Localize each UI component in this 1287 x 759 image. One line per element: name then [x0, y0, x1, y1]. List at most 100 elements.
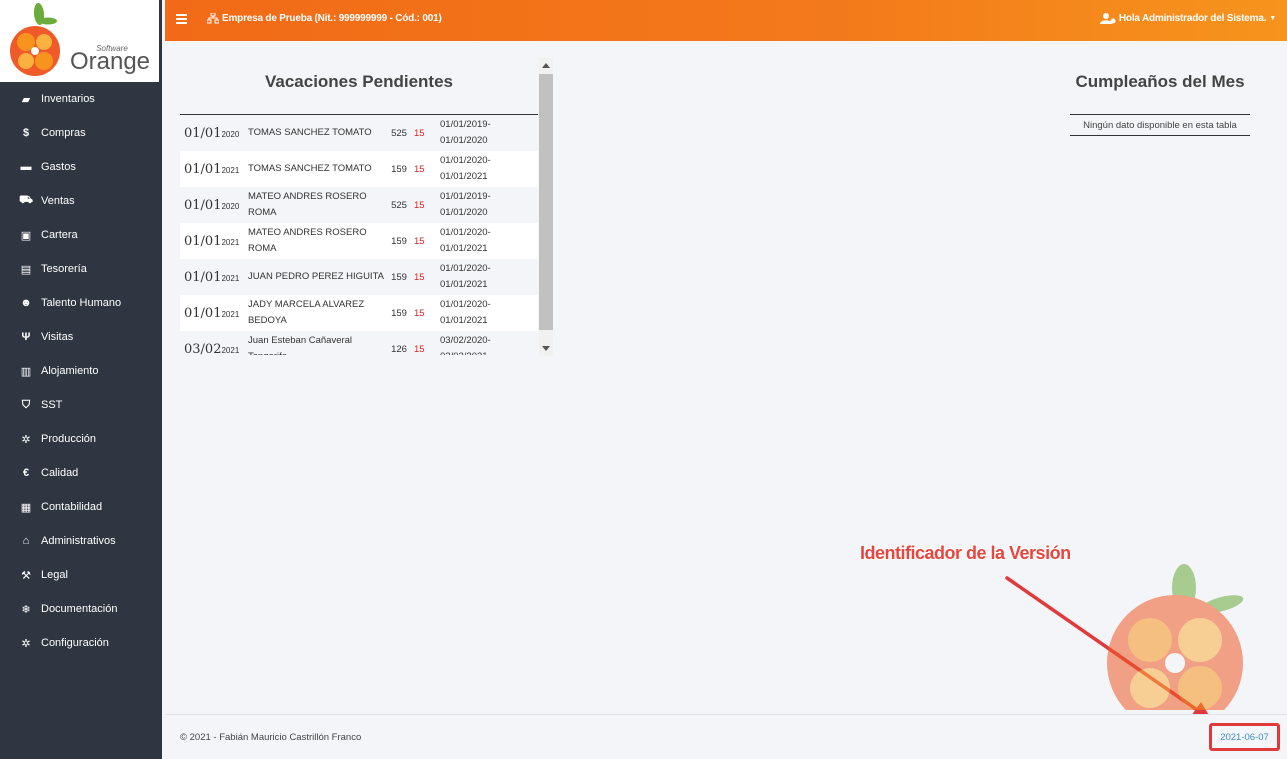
- accrued-days: 159: [391, 235, 407, 247]
- table-row: 01/012021 TOMAS SANCHEZ TOMATO 159 15 01/01/…: [180, 151, 538, 187]
- vacation-date: 01/012021: [180, 270, 246, 285]
- sidebar-item-label: Alojamiento: [41, 365, 99, 377]
- employee-name: Juan Esteban Cañaveral Tangarife: [248, 335, 353, 355]
- sidebar-item-label: Calidad: [41, 467, 79, 479]
- calculator-icon: ▦: [20, 501, 32, 514]
- euro-icon: €: [22, 467, 30, 479]
- table-row: 01/012021 JUAN PEDRO PEREZ HIGUITA 159 15 01…: [180, 259, 538, 295]
- accrued-days: 159: [391, 163, 407, 175]
- date-day-month: 03/02: [184, 341, 222, 356]
- sidebar-item-calidad[interactable]: € Calidad: [0, 456, 162, 490]
- period-end: 01/01/2021: [440, 243, 488, 254]
- pending-days: 15: [414, 271, 425, 283]
- accrued-days: 159: [391, 307, 407, 319]
- vacaciones-table: 01/012020 TOMAS SANCHEZ TOMATO 525 15 01/01/…: [180, 114, 538, 355]
- company-selector[interactable]: Empresa de Prueba (Nit.: 999999999 - Cód…: [207, 13, 442, 24]
- version-highlight-box: 2021-06-07: [1209, 723, 1280, 751]
- sidebar-item-cartera[interactable]: ▣ Cartera: [0, 218, 162, 252]
- book-icon: ▰: [21, 93, 31, 106]
- gavel-icon: ⚒: [21, 569, 31, 582]
- sidebar-item-administrativos[interactable]: ⌂ Administrativos: [0, 524, 162, 558]
- sidebar-item-label: SST: [41, 399, 63, 411]
- vacation-date: 01/012021: [180, 234, 246, 249]
- date-year: 2020: [221, 201, 240, 211]
- pending-days: 15: [414, 307, 425, 319]
- table-row: 01/012020 MATEO ANDRES ROSERO ROMA 525 15 01…: [180, 187, 538, 223]
- sidebar-item-tesoreria[interactable]: ▤ Tesorería: [0, 252, 162, 286]
- pending-days: 15: [414, 163, 425, 175]
- sidebar-item-alojamiento[interactable]: ▥ Alojamiento: [0, 354, 162, 388]
- date-day-month: 01/01: [184, 161, 222, 177]
- vacation-date: 03/022021: [180, 342, 246, 356]
- accrued-days: 525: [391, 199, 407, 211]
- vacation-date: 01/012021: [180, 306, 246, 321]
- period-range: 01/01/2019- 01/01/2020: [440, 189, 538, 221]
- sidebar-item-configuracion[interactable]: ✲ Configuración: [0, 626, 162, 660]
- vacation-date: 01/012020: [180, 126, 246, 141]
- pending-days: 15: [414, 235, 425, 247]
- sidebar-item-talento-humano[interactable]: ☻ Talento Humano: [0, 286, 162, 320]
- top-navbar: Empresa de Prueba (Nit.: 999999999 - Cód…: [165, 0, 1287, 41]
- user-plus-icon: ☻: [20, 297, 32, 309]
- shield-icon: ⛉: [21, 398, 31, 411]
- date-year: 2021: [221, 309, 240, 319]
- sidebar-item-sst[interactable]: ⛉ SST: [0, 388, 162, 422]
- company-name: Empresa de Prueba (Nit.: 999999999 - Cód…: [222, 13, 442, 24]
- sidebar: Software Orange ▰ Inventarios $ Compras ▬ Gas…: [0, 0, 162, 759]
- sidebar-item-compras[interactable]: $ Compras: [0, 116, 162, 150]
- sidebar-item-contabilidad[interactable]: ▦ Contabilidad: [0, 490, 162, 524]
- date-day-month: 01/01: [184, 233, 222, 249]
- sidebar-item-ventas[interactable]: ⛟ Ventas: [0, 184, 162, 218]
- sidebar-item-label: Cartera: [41, 229, 78, 241]
- cogs-icon: ✲: [21, 637, 31, 650]
- scroll-thumb[interactable]: [539, 74, 553, 330]
- sidebar-item-inventarios[interactable]: ▰ Inventarios: [0, 82, 162, 116]
- sidebar-item-documentacion[interactable]: ❄ Documentación: [0, 592, 162, 626]
- sidebar-item-label: Administrativos: [41, 535, 116, 547]
- period-end: 01/01/2020: [440, 207, 488, 218]
- toolbox-icon: ▤: [20, 263, 32, 276]
- brand-logo[interactable]: Software Orange: [0, 0, 162, 82]
- period-range: 03/02/2020- 03/02/2021: [440, 333, 538, 355]
- period-end: 01/01/2021: [440, 315, 488, 326]
- date-year: 2021: [221, 273, 240, 283]
- employee-name: JADY MARCELA ALVAREZ BEDOYA: [248, 299, 365, 326]
- date-year: 2020: [221, 129, 240, 139]
- pending-days: 15: [414, 127, 425, 139]
- gears-icon: ✲: [21, 433, 31, 446]
- sidebar-item-label: Tesorería: [41, 263, 87, 275]
- period-start: 03/02/2020-: [440, 335, 491, 346]
- user-menu[interactable]: Hola Administrador del Sistema. ▼: [1099, 13, 1276, 24]
- period-start: 01/01/2020-: [440, 227, 491, 238]
- accrued-days: 126: [391, 343, 407, 355]
- period-start: 01/01/2020-: [440, 155, 491, 166]
- period-start: 01/01/2019-: [440, 119, 491, 130]
- period-end: 03/02/2021: [440, 349, 538, 355]
- sidebar-item-produccion[interactable]: ✲ Producción: [0, 422, 162, 456]
- sidebar-item-legal[interactable]: ⚒ Legal: [0, 558, 162, 592]
- money-icon: ▬: [20, 161, 32, 173]
- sidebar-item-label: Inventarios: [41, 93, 95, 105]
- fork-icon: Ψ: [21, 331, 31, 343]
- period-end: 01/01/2021: [440, 171, 488, 182]
- scroll-up-icon[interactable]: [542, 63, 550, 68]
- date-year: 2021: [221, 237, 240, 247]
- sidebar-item-gastos[interactable]: ▬ Gastos: [0, 150, 162, 184]
- sidebar-item-visitas[interactable]: Ψ Visitas: [0, 320, 162, 354]
- cumpleanos-empty-message: Ningún dato disponible en esta tabla: [1070, 114, 1250, 136]
- period-start: 01/01/2020-: [440, 299, 491, 310]
- table-row: 01/012021 MATEO ANDRES ROSERO ROMA 159 15 01…: [180, 223, 538, 259]
- sidebar-item-label: Documentación: [41, 603, 118, 615]
- period-end: 01/01/2021: [440, 279, 488, 290]
- date-day-month: 01/01: [184, 125, 222, 141]
- menu-toggle-icon[interactable]: [176, 14, 187, 25]
- scroll-down-icon[interactable]: [542, 346, 550, 351]
- date-year: 2021: [221, 345, 240, 355]
- version-link[interactable]: 2021-06-07: [1220, 732, 1269, 743]
- vacaciones-scrollbar[interactable]: [539, 58, 553, 356]
- dollar-icon: $: [22, 127, 30, 139]
- footer: © 2021 - Fabián Mauricio Castrillón Fran…: [165, 714, 1287, 759]
- period-range: 01/01/2020- 01/01/2021: [440, 225, 538, 257]
- table-row: 03/022021Juan Esteban Cañaveral Tangarif…: [180, 331, 538, 355]
- table-row: 01/012020 TOMAS SANCHEZ TOMATO 525 15 01/01/…: [180, 115, 538, 151]
